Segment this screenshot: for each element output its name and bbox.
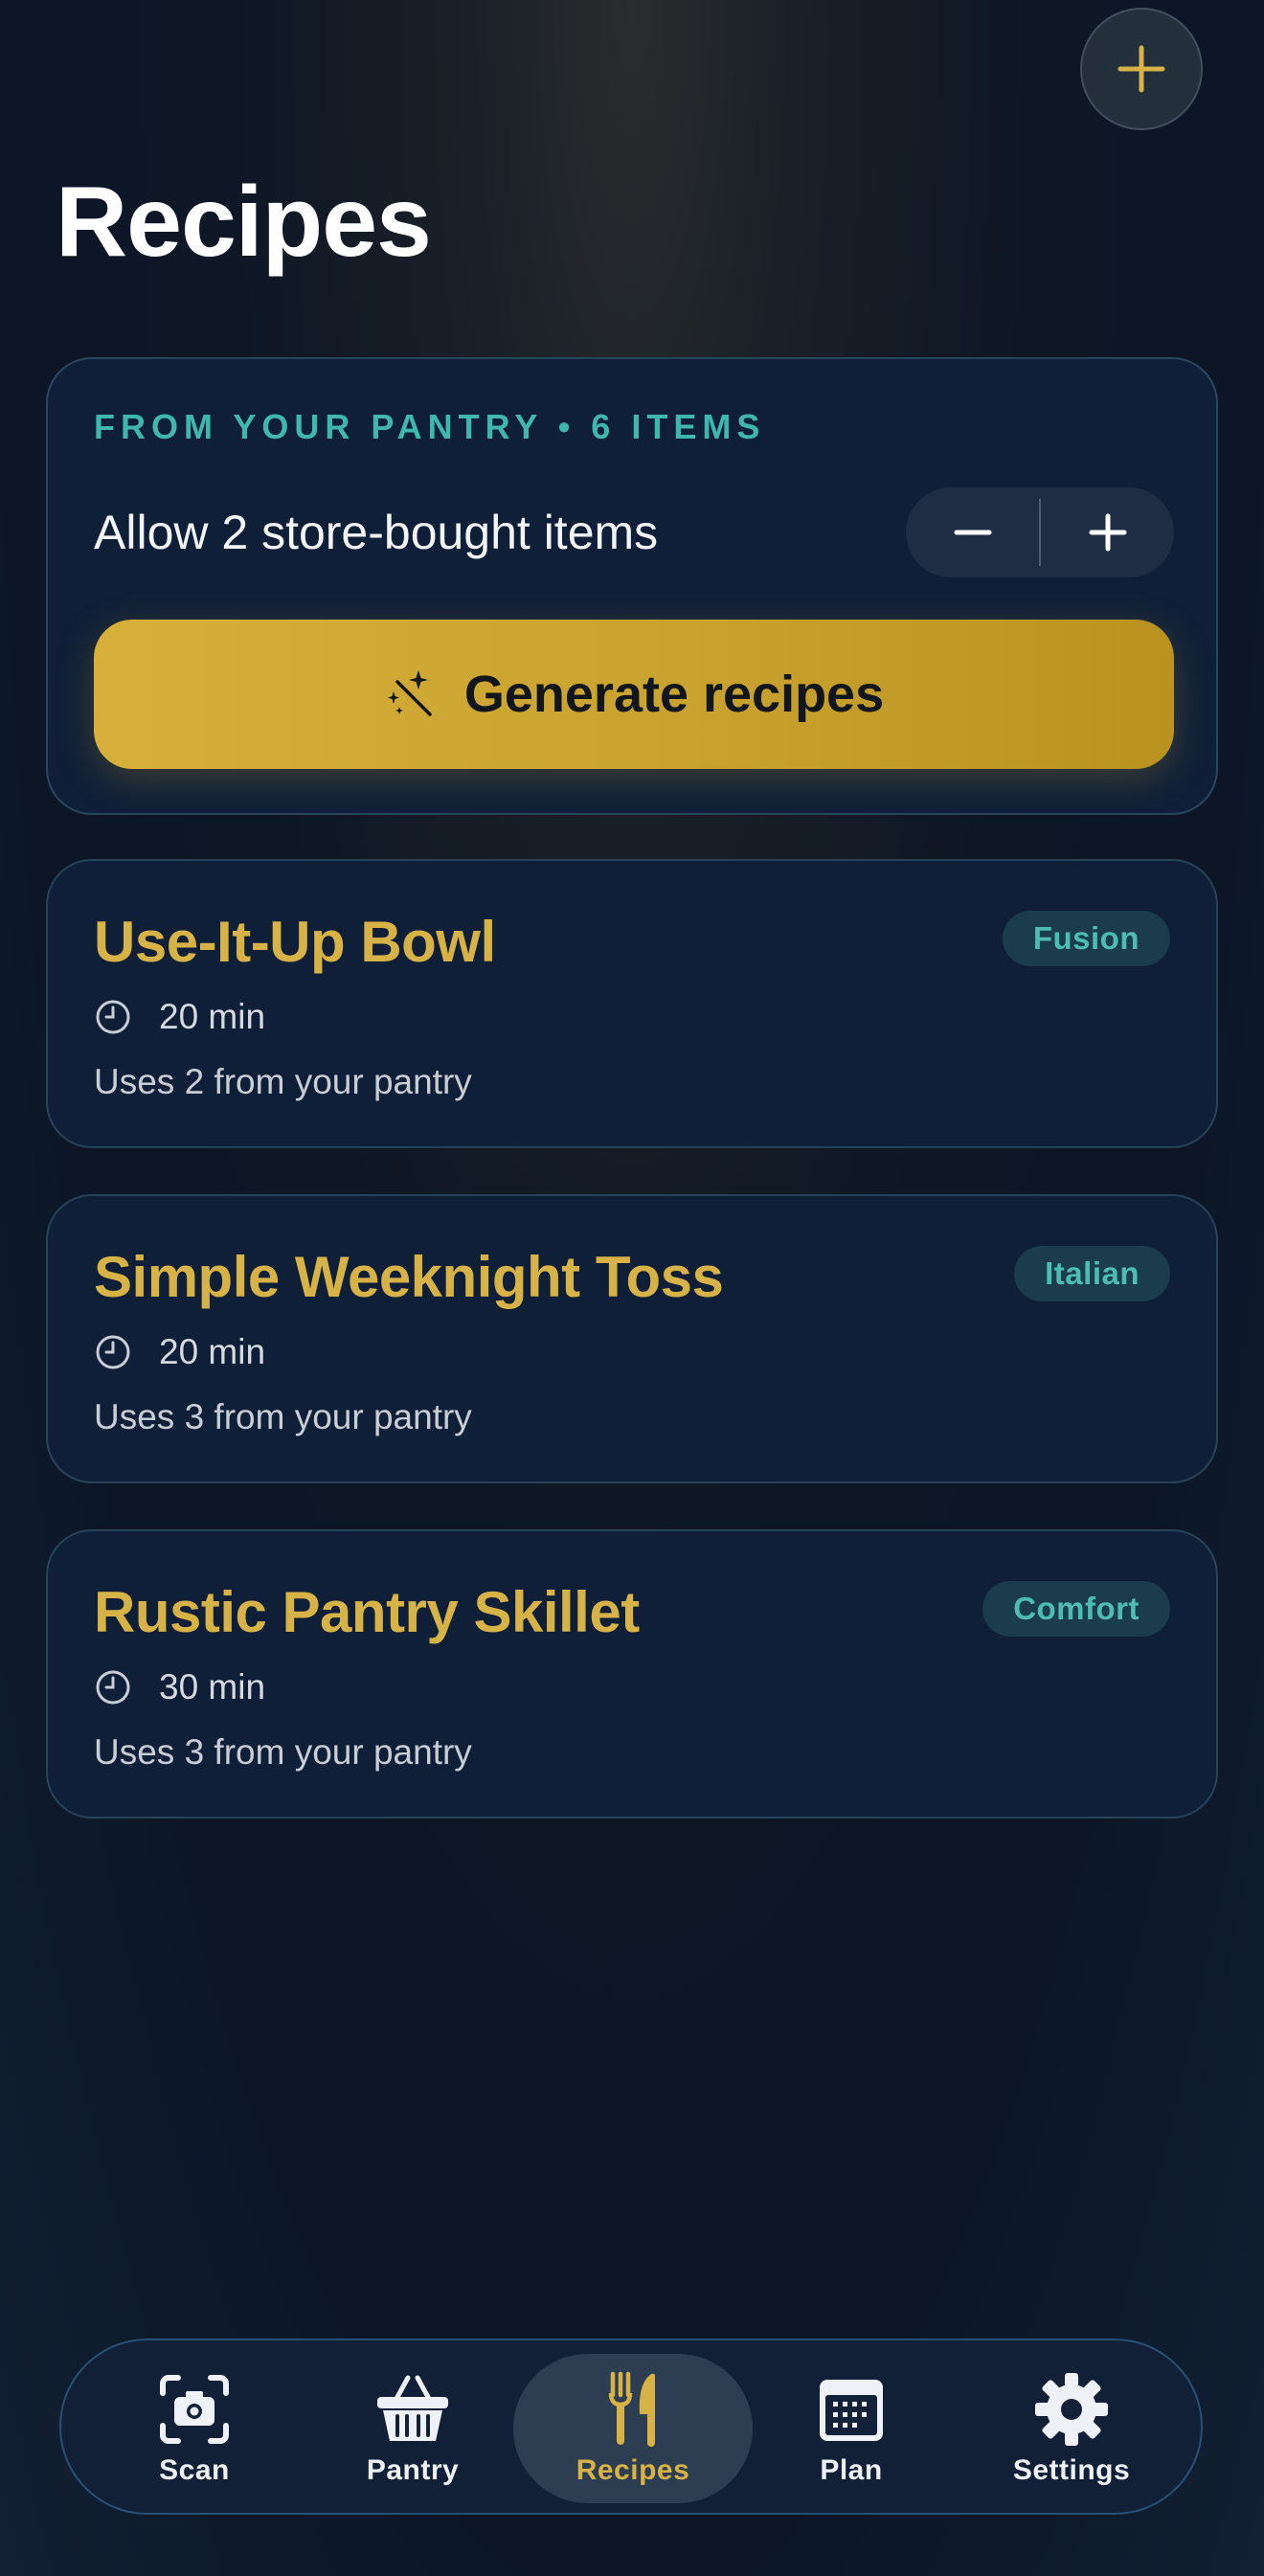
- recipe-title: Simple Weeknight Toss: [94, 1245, 724, 1309]
- recipe-card[interactable]: Use-It-Up Bowl Fusion 20 min Uses 2 from…: [46, 859, 1218, 1148]
- clock-icon: [96, 1670, 130, 1705]
- bottom-tab-bar: Scan Pantry Recipes Plan Settings: [59, 2339, 1203, 2515]
- page-title: Recipes: [56, 167, 432, 278]
- calendar-icon: [820, 2380, 883, 2441]
- generate-recipes-button[interactable]: Generate recipes: [94, 620, 1174, 769]
- recipe-time: 20 min: [94, 997, 265, 1037]
- recipes-screen: Recipes FROM YOUR PANTRY • 6 ITEMS Allow…: [0, 0, 1264, 2576]
- tab-label: Scan: [159, 2454, 230, 2486]
- camera-scan-icon: [160, 2375, 229, 2444]
- tab-label: Pantry: [366, 2454, 460, 2486]
- cuisine-badge: Fusion: [1002, 911, 1170, 966]
- decrement-button[interactable]: [906, 487, 1039, 577]
- recipe-title: Rustic Pantry Skillet: [94, 1580, 640, 1644]
- tab-pantry[interactable]: Pantry: [293, 2354, 532, 2503]
- pantry-usage-text: Uses 3 from your pantry: [94, 1732, 472, 1772]
- tab-scan[interactable]: Scan: [75, 2354, 314, 2503]
- clock-icon: [96, 1335, 130, 1369]
- increment-button[interactable]: [1041, 487, 1174, 577]
- recipe-time: 20 min: [94, 1332, 265, 1372]
- plus-icon: [1117, 45, 1165, 93]
- pantry-usage-text: Uses 2 from your pantry: [94, 1062, 472, 1101]
- fork-knife-icon: [608, 2371, 655, 2447]
- tab-label: Settings: [1012, 2454, 1131, 2486]
- plus-icon: [1089, 513, 1126, 552]
- pantry-usage-text: Uses 3 from your pantry: [94, 1397, 472, 1436]
- recipe-time-label: 30 min: [159, 1667, 266, 1706]
- gear-icon: [1035, 2373, 1108, 2446]
- pantry-header: FROM YOUR PANTRY • 6 ITEMS: [94, 407, 766, 446]
- tab-recipes[interactable]: Recipes: [513, 2354, 753, 2503]
- cuisine-badge: Comfort: [982, 1581, 1170, 1637]
- add-recipe-button[interactable]: [1080, 8, 1203, 130]
- cuisine-badge: Italian: [1014, 1246, 1170, 1301]
- recipe-time-label: 20 min: [159, 1332, 266, 1371]
- clock-icon: [96, 1000, 130, 1034]
- pantry-generate-card: FROM YOUR PANTRY • 6 ITEMS Allow 2 store…: [46, 357, 1218, 815]
- store-bought-allowance-label: Allow 2 store-bought items: [94, 506, 659, 559]
- recipe-card[interactable]: Simple Weeknight Toss Italian 20 min Use…: [46, 1194, 1218, 1483]
- recipe-card[interactable]: Rustic Pantry Skillet Comfort 30 min Use…: [46, 1529, 1218, 1819]
- recipe-time: 30 min: [94, 1667, 265, 1707]
- tab-label: Plan: [820, 2454, 883, 2486]
- generate-recipes-label: Generate recipes: [463, 666, 885, 723]
- recipe-title: Use-It-Up Bowl: [94, 910, 496, 974]
- magic-wand-icon: [387, 670, 432, 716]
- store-bought-stepper: [906, 487, 1174, 577]
- basket-icon: [377, 2375, 448, 2441]
- tab-settings[interactable]: Settings: [952, 2354, 1191, 2503]
- tab-label: Recipes: [576, 2454, 690, 2486]
- recipe-time-label: 20 min: [159, 997, 266, 1036]
- minus-icon: [954, 530, 991, 535]
- tab-plan[interactable]: Plan: [732, 2354, 971, 2503]
